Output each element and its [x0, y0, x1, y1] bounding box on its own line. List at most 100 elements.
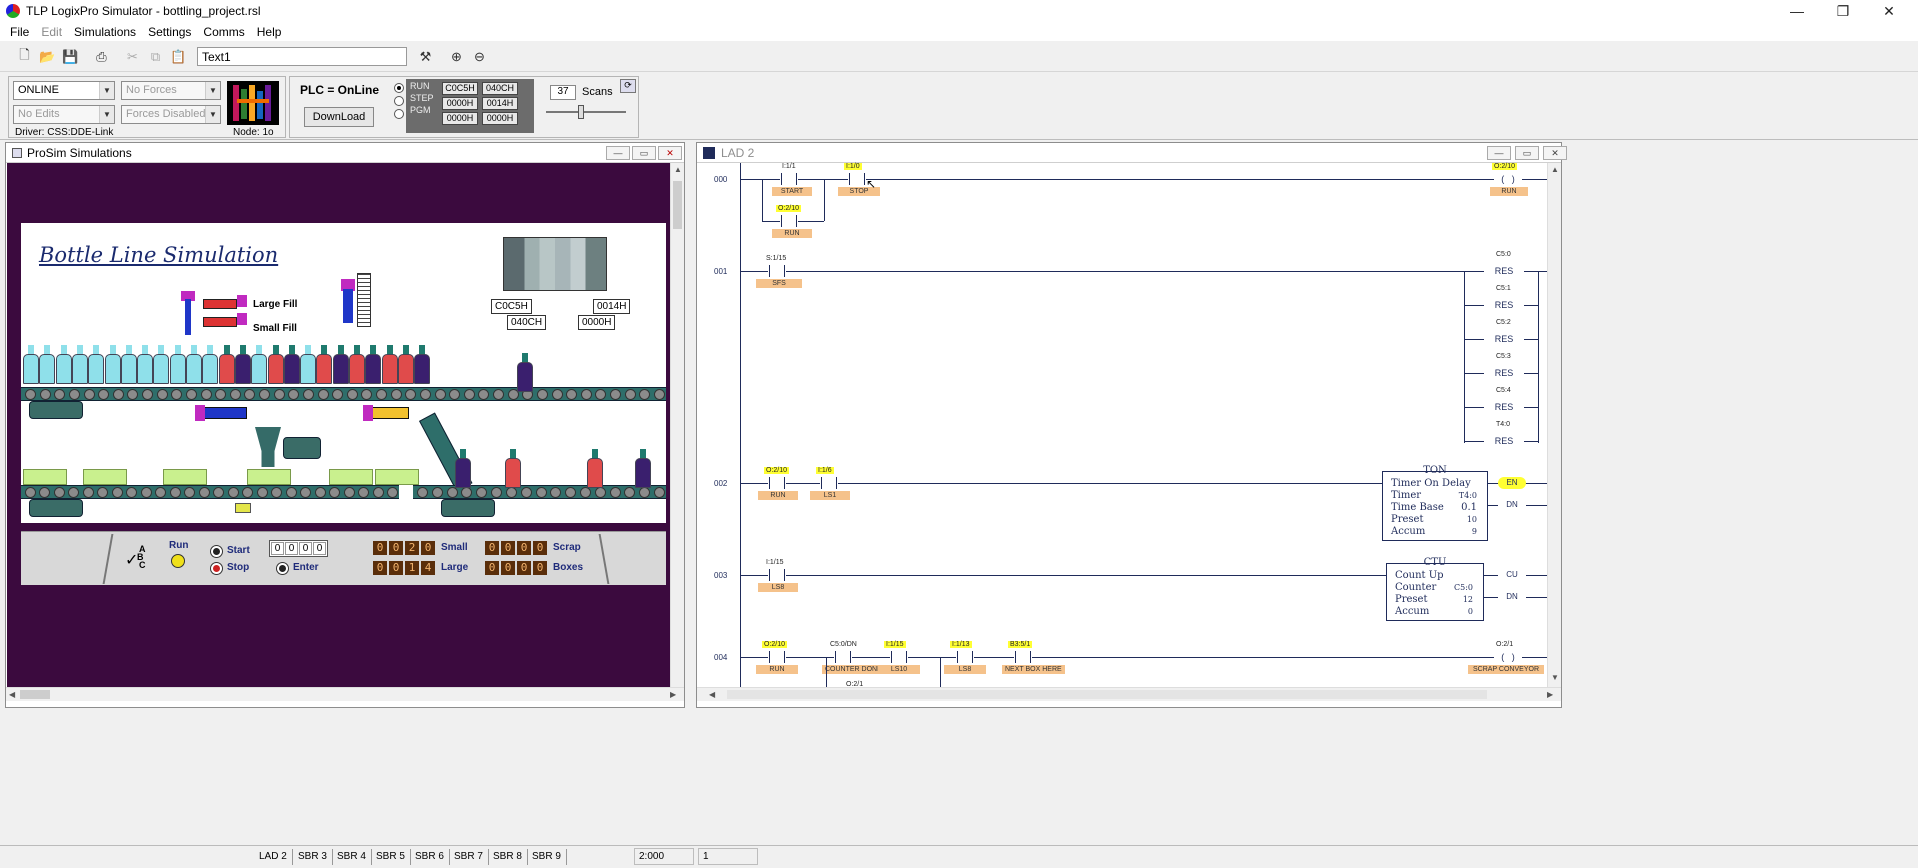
prosim-vscroll-thumb[interactable] — [673, 181, 682, 229]
hex-cell: 0000H — [482, 112, 518, 125]
instruction-tag: RUN — [772, 229, 812, 238]
menu-file[interactable]: File — [4, 25, 35, 39]
menu-simulations[interactable]: Simulations — [68, 25, 142, 39]
tab-lad-2[interactable]: LAD 2 — [254, 849, 293, 865]
cut-icon[interactable]: ✂ — [122, 46, 143, 67]
sfs-contact[interactable] — [768, 265, 786, 277]
prosim-hscroll-thumb[interactable] — [20, 690, 50, 699]
boxes-counter: 0 0 0 0 — [485, 561, 547, 575]
thumbwheel-digit[interactable]: 0 — [285, 542, 298, 555]
step-radio[interactable] — [394, 96, 404, 106]
text-input[interactable] — [197, 47, 407, 66]
conveyor-roller — [185, 389, 197, 400]
save-icon[interactable]: 💾 — [60, 46, 81, 67]
new-file-icon[interactable]: 🗋 — [14, 46, 35, 67]
selector-c-label[interactable]: C — [139, 560, 146, 570]
large-counter: 0 0 1 4 — [373, 561, 435, 575]
tab-sbr-7[interactable]: SBR 7 — [449, 849, 489, 865]
tools-icon[interactable]: ⚒ — [415, 46, 436, 67]
rung-004-contact[interactable] — [1014, 651, 1032, 663]
reset-coil[interactable]: RES — [1484, 333, 1524, 345]
reset-coil[interactable]: RES — [1484, 401, 1524, 413]
run-coil[interactable]: ( ) — [1494, 173, 1522, 185]
run-seal-contact[interactable] — [780, 215, 798, 227]
rung-004-contact[interactable] — [956, 651, 974, 663]
ctu-counter-block[interactable]: CTU Count Up Counter C5:0 Preset 12 Accu… — [1386, 557, 1484, 621]
forces-state-dropdown[interactable]: Forces Disabled ▼ — [121, 105, 221, 124]
ladder-vertical-scrollbar[interactable]: ▲ ▼ — [1547, 163, 1561, 687]
enter-button[interactable] — [277, 563, 288, 574]
ladder-horizontal-scrollbar[interactable]: ◀ ▶ — [697, 687, 1561, 701]
ladder-close-button[interactable]: ✕ — [1543, 146, 1567, 160]
counter-up-output[interactable]: CU — [1498, 569, 1526, 581]
download-button[interactable]: DownLoad — [304, 107, 374, 127]
menu-edit[interactable]: Edit — [35, 25, 68, 39]
menu-settings[interactable]: Settings — [142, 25, 197, 39]
thumbwheel-digit[interactable]: 0 — [299, 542, 312, 555]
reset-coil[interactable]: RES — [1484, 299, 1524, 311]
ls1-contact[interactable] — [820, 477, 838, 489]
prosim-vertical-scrollbar[interactable]: ▲ — [670, 163, 684, 687]
tab-sbr-9[interactable]: SBR 9 — [527, 849, 567, 865]
start-button[interactable] — [211, 546, 222, 557]
reset-coil[interactable]: RES — [1484, 435, 1524, 447]
tab-sbr-8[interactable]: SBR 8 — [488, 849, 528, 865]
tab-sbr-5[interactable]: SBR 5 — [371, 849, 411, 865]
maximize-button[interactable]: ❐ — [1820, 0, 1866, 22]
paste-icon[interactable]: 📋 — [168, 46, 189, 67]
prosim-minimize-button[interactable]: — — [606, 146, 630, 160]
rung-004-contact[interactable] — [834, 651, 852, 663]
prosim-maximize-button[interactable]: ▭ — [632, 146, 656, 160]
thumbwheel-switch[interactable]: 0 0 0 0 — [269, 540, 328, 557]
start-contact[interactable] — [780, 173, 798, 185]
close-button[interactable]: ✕ — [1866, 0, 1912, 22]
timer-done-output[interactable]: DN — [1498, 499, 1526, 511]
conveyor-roller — [390, 389, 402, 400]
reset-coil[interactable]: RES — [1484, 265, 1524, 277]
zoom-in-icon[interactable]: ⊕ — [446, 46, 467, 67]
open-folder-icon[interactable]: 📂 — [37, 46, 58, 67]
counter-digit: 0 — [533, 561, 547, 575]
run-radio[interactable] — [394, 83, 404, 93]
prosim-close-button[interactable]: ✕ — [658, 146, 682, 160]
stop-button[interactable] — [211, 563, 222, 574]
prosim-horizontal-scrollbar[interactable]: ◀ ▶ — [6, 687, 684, 701]
rung-004-contact[interactable] — [768, 651, 786, 663]
thumbwheel-digit[interactable]: 0 — [271, 542, 284, 555]
pgm-radio[interactable] — [394, 109, 404, 119]
ton-timer-block[interactable]: TON Timer On Delay Timer T4:0 Time Base … — [1382, 465, 1488, 541]
thumbwheel-digit[interactable]: 0 — [313, 542, 326, 555]
print-icon[interactable]: ⎙ — [91, 46, 112, 67]
tab-sbr-6[interactable]: SBR 6 — [410, 849, 450, 865]
edits-dropdown[interactable]: No Edits ▼ — [13, 105, 115, 124]
timer-enable-output[interactable]: EN — [1498, 477, 1526, 489]
forces-dropdown[interactable]: No Forces ▼ — [121, 81, 221, 100]
counter-digit: 0 — [373, 561, 387, 575]
app-logo-icon — [6, 4, 20, 18]
ladder-minimize-button[interactable]: — — [1487, 146, 1511, 160]
tab-sbr-3[interactable]: SBR 3 — [293, 849, 333, 865]
tab-sbr-4[interactable]: SBR 4 — [332, 849, 372, 865]
scans-value[interactable]: 37 — [550, 85, 576, 100]
menu-comms[interactable]: Comms — [197, 25, 250, 39]
minimize-button[interactable]: — — [1774, 0, 1820, 22]
instruction-tag: LS8 — [758, 583, 798, 592]
counter-done-output[interactable]: DN — [1498, 591, 1526, 603]
menu-help[interactable]: Help — [251, 25, 288, 39]
mode-dropdown[interactable]: ONLINE ▼ — [13, 81, 115, 100]
copy-icon[interactable]: ⧉ — [145, 46, 166, 67]
capper-station — [339, 273, 385, 327]
scan-slider-thumb[interactable] — [578, 105, 584, 119]
ls8-contact[interactable] — [768, 569, 786, 581]
scan-slider-track[interactable] — [546, 111, 626, 113]
ladder-maximize-button[interactable]: ▭ — [1515, 146, 1539, 160]
scrap-conveyor-coil[interactable]: ( ) — [1494, 651, 1522, 663]
rung-004-contact[interactable] — [890, 651, 908, 663]
stop-contact[interactable] — [848, 173, 866, 185]
run-contact[interactable] — [768, 477, 786, 489]
reset-coil[interactable]: RES — [1484, 367, 1524, 379]
refresh-icon[interactable]: ⟳ — [620, 79, 636, 93]
hex-cell: C0C5H — [442, 82, 478, 95]
zoom-out-icon[interactable]: ⊖ — [469, 46, 490, 67]
ladder-hscroll-track[interactable] — [727, 690, 1487, 699]
